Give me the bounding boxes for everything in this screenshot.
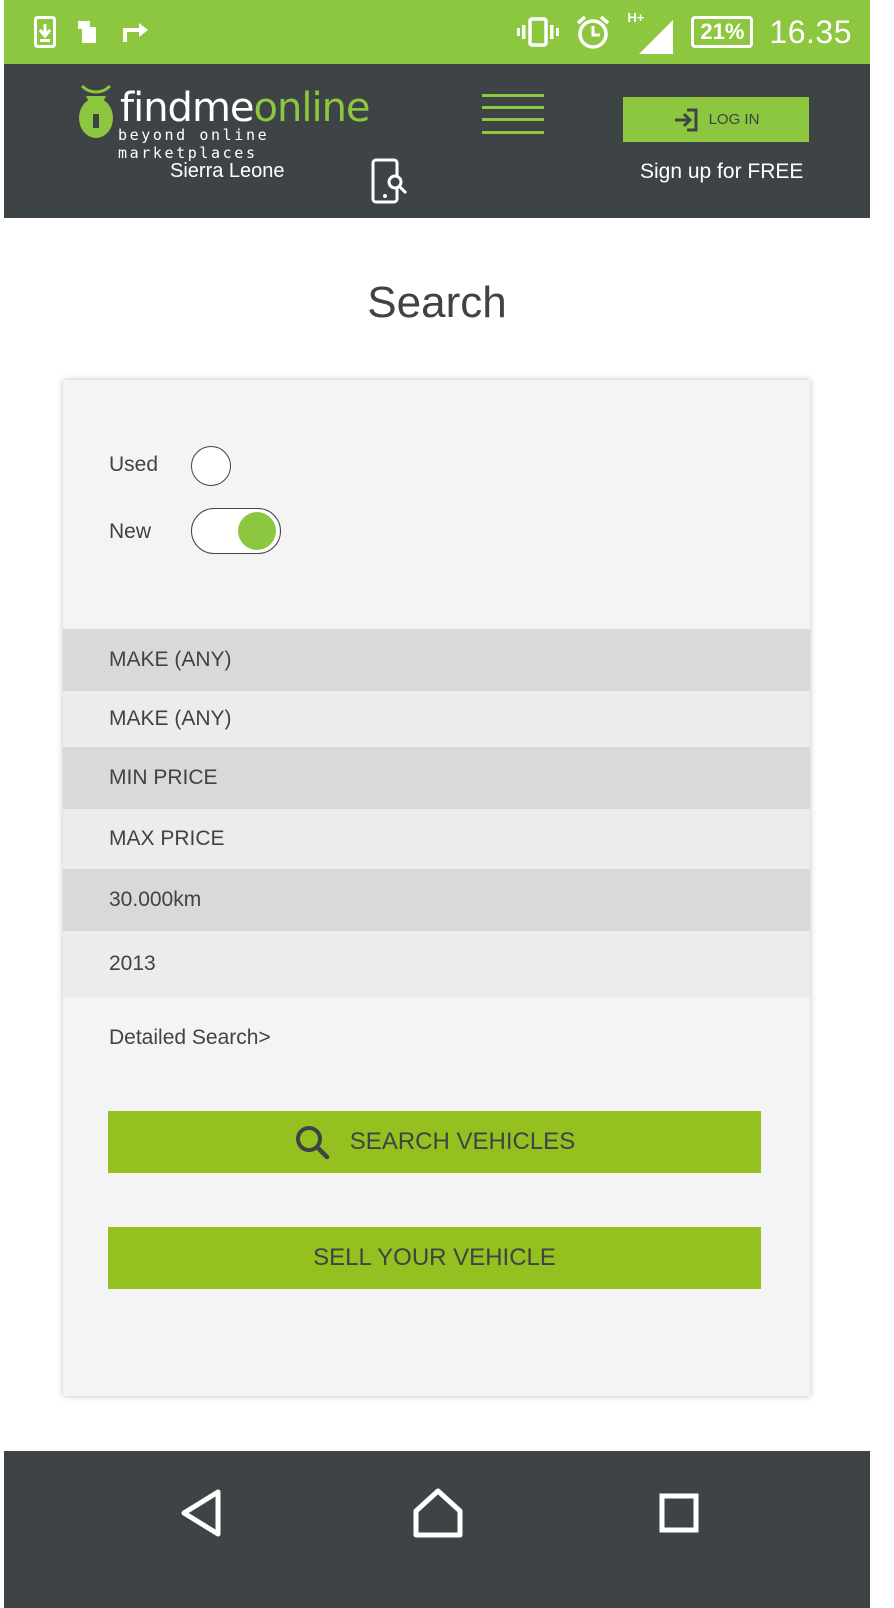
status-bar: H+ 21% 16.35 — [4, 0, 870, 64]
toggle-knob — [238, 512, 276, 550]
recents-icon[interactable] — [659, 1493, 699, 1538]
search-vehicles-label: SEARCH VEHICLES — [349, 1128, 576, 1155]
max-price-label: MAX PRICE — [109, 827, 225, 850]
new-toggle[interactable] — [191, 508, 281, 554]
search-icon — [295, 1126, 330, 1160]
download-icon — [34, 16, 56, 48]
new-label: New — [109, 520, 152, 543]
country-selector[interactable]: Sierra Leone — [170, 160, 285, 183]
used-label: Used — [109, 453, 159, 476]
logo-part-online: online — [253, 85, 371, 131]
min-price-label: MIN PRICE — [109, 766, 218, 789]
acorn-logo-icon — [79, 84, 113, 138]
used-radio[interactable] — [191, 446, 231, 486]
home-icon[interactable] — [412, 1487, 464, 1544]
login-button[interactable]: LOG IN — [623, 97, 809, 142]
app-frame: H+ 21% 16.35 findmeonline beyond online … — [4, 0, 870, 1608]
battery-icon: 21% — [691, 16, 754, 48]
search-card: Used New MAKE (ANY) MAKE (ANY) MIN PRICE… — [63, 380, 810, 1396]
back-icon[interactable] — [178, 1487, 224, 1544]
make-select-label: MAKE (ANY) — [109, 648, 232, 671]
logo-wordmark: findmeonline — [120, 84, 371, 132]
clock: 16.35 — [769, 13, 852, 50]
mobile-search-icon[interactable] — [370, 158, 416, 211]
site-header: findmeonline beyond online marketplaces … — [4, 64, 870, 218]
findmeonline-logo[interactable]: findmeonline beyond online marketplaces — [76, 84, 416, 164]
login-label: LOG IN — [708, 111, 760, 128]
signup-link[interactable]: Sign up for FREE — [640, 160, 803, 184]
search-vehicles-button[interactable]: SEARCH VEHICLES — [108, 1111, 761, 1173]
vibrate-icon — [517, 16, 560, 48]
make-select[interactable]: MAKE (ANY) — [63, 629, 810, 691]
share-arrow-icon — [122, 20, 152, 44]
max-price-select[interactable]: MAX PRICE — [63, 809, 810, 869]
mileage-select[interactable]: 30.000km — [63, 869, 810, 931]
alarm-icon — [575, 14, 611, 50]
model-select[interactable]: MAKE (ANY) — [63, 691, 810, 747]
min-price-select[interactable]: MIN PRICE — [63, 747, 810, 809]
sell-vehicle-button[interactable]: SELL YOUR VEHICLE — [108, 1227, 761, 1289]
navigation-bar — [4, 1451, 870, 1608]
menu-icon[interactable] — [482, 94, 544, 138]
page-title: Search — [367, 278, 507, 327]
sell-vehicle-label: SELL YOUR VEHICLE — [313, 1244, 556, 1271]
logo-tagline: beyond online marketplaces — [118, 126, 270, 162]
sd-card-icon — [78, 19, 100, 45]
detailed-search-link[interactable]: Detailed Search> — [109, 1026, 271, 1050]
year-select[interactable]: 2013 — [63, 931, 810, 997]
login-icon — [674, 108, 698, 131]
mileage-label: 30.000km — [109, 888, 202, 911]
year-label: 2013 — [109, 952, 156, 975]
battery-level: 21% — [700, 19, 745, 44]
signal-icon: H+ — [627, 10, 675, 54]
model-select-label: MAKE (ANY) — [109, 707, 232, 730]
logo-part-findme: findme — [120, 85, 255, 131]
